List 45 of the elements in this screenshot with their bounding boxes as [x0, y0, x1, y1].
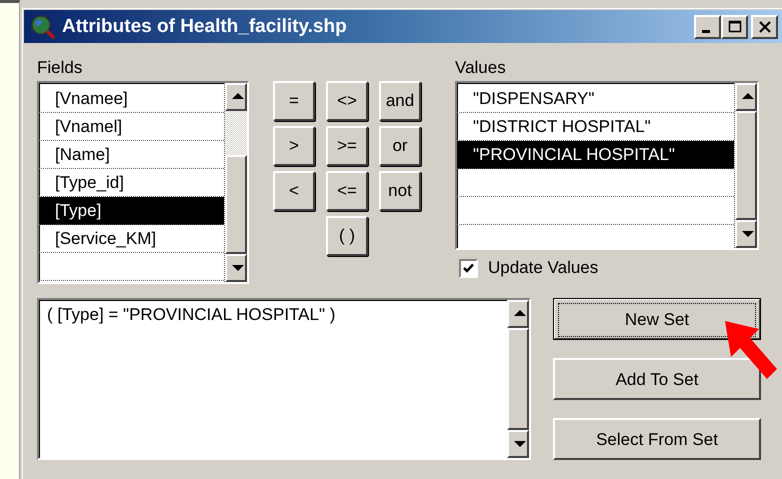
maximize-icon	[728, 20, 742, 34]
values-list[interactable]: "DISPENSARY" "DISTRICT HOSPITAL" "PROVINCIAL HOSPITAL"	[455, 81, 759, 250]
scrollbar-thumb[interactable]	[735, 111, 757, 220]
operator-button[interactable]: <	[273, 171, 315, 211]
operator-button[interactable]: or	[379, 126, 421, 166]
list-item[interactable]: [Vnamee]	[39, 85, 224, 113]
values-label: Values	[455, 57, 507, 79]
list-item[interactable]: [Service_KM]	[39, 225, 224, 253]
minimize-icon	[702, 30, 710, 33]
operator-button[interactable]: <>	[326, 81, 368, 121]
scroll-up-button[interactable]	[735, 83, 757, 111]
minimize-button[interactable]	[694, 14, 721, 38]
action-button[interactable]: New Set	[553, 298, 761, 340]
scrollbar-thumb[interactable]	[507, 328, 529, 430]
operator-button[interactable]: not	[379, 171, 421, 211]
operator-button[interactable]: <=	[326, 171, 368, 211]
list-item[interactable]: "PROVINCIAL HOSPITAL"	[457, 141, 734, 169]
check-icon	[462, 262, 475, 274]
scrollbar-thumb[interactable]	[225, 155, 247, 254]
operator-button[interactable]: and	[379, 81, 421, 121]
action-button[interactable]: Add To Set	[553, 358, 761, 400]
scroll-up-button[interactable]	[225, 83, 247, 111]
scroll-down-button[interactable]	[507, 430, 529, 458]
operator-button[interactable]: >	[273, 126, 315, 166]
action-button[interactable]: Select From Set	[553, 418, 761, 460]
operator-button[interactable]: >=	[326, 126, 368, 166]
list-item[interactable]: [Name]	[39, 141, 224, 169]
list-item[interactable]: "DISPENSARY"	[457, 85, 734, 113]
operator-button[interactable]: =	[273, 81, 315, 121]
operator-button[interactable]: ( )	[326, 216, 368, 256]
checkbox-label: Update Values	[488, 258, 598, 278]
scroll-up-button[interactable]	[507, 300, 529, 328]
close-icon	[758, 20, 772, 34]
maximize-button[interactable]	[721, 14, 748, 38]
fields-list[interactable]: [Vnamee] [Vnamel] [Name] [Type_id] [Type] [Service_KM]	[37, 81, 249, 284]
checkbox[interactable]	[459, 258, 478, 278]
scroll-down-button[interactable]	[225, 254, 247, 282]
list-item[interactable]: [Vnamel]	[39, 113, 224, 141]
fields-label: Fields	[37, 57, 84, 79]
list-item[interactable]: [Type]	[39, 197, 224, 225]
expression-field[interactable]: ( [Type] = "PROVINCIAL HOSPITAL" )	[37, 298, 531, 460]
close-button[interactable]	[751, 14, 778, 38]
window-title: Attributes of Health_facility.shp	[62, 16, 348, 38]
scroll-down-button[interactable]	[735, 220, 757, 248]
globe-magnifier-icon	[30, 14, 56, 40]
